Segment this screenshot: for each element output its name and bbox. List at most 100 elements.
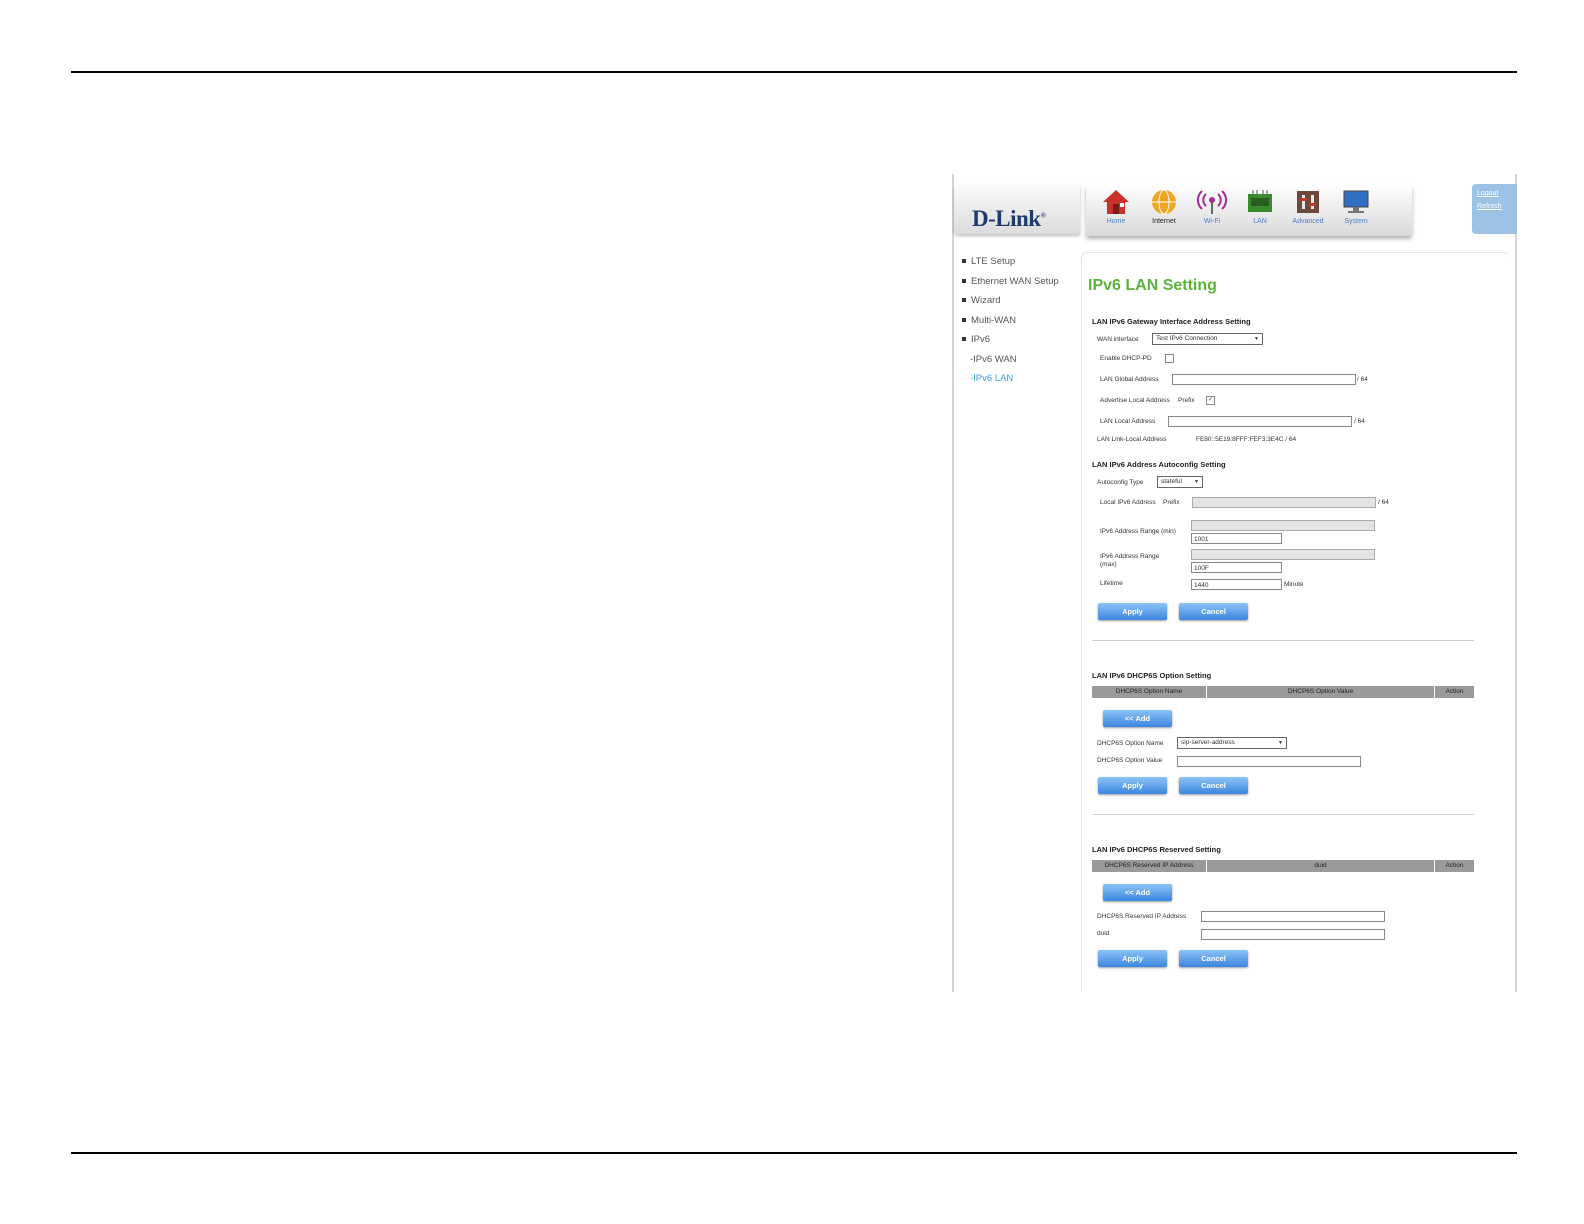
range-max-label-suffix: (max) [1100,561,1117,568]
bullet-icon [962,337,966,342]
range-max-label: IPv6 Address Range [1100,553,1160,560]
sidebar-item-multi-wan[interactable]: Multi-WAN [962,311,1082,331]
dhcp6s-option-table-header: DHCP6S Option Name DHCP6S Option Value A… [1092,686,1474,698]
range-min-prefix-input [1191,520,1375,531]
router-screenshot: D-Link® Home Internet Wi-Fi LAN Advanced… [952,174,1517,992]
top-rule [71,71,1517,73]
range-min-label: IPv6 Address Range (min) [1100,528,1176,535]
option-value-label: DHCP6S Option Value [1097,757,1163,764]
cancel-button[interactable]: Cancel [1179,603,1248,620]
local-ipv6-address-label: Local IPv6 Address [1100,499,1156,506]
section-divider [1092,814,1474,815]
wan-interface-label: WAN interface [1097,336,1139,343]
duid-label: duid [1097,930,1110,937]
bullet-icon [962,298,966,303]
apply-button[interactable]: Apply [1098,950,1167,967]
bullet-icon [962,259,966,264]
wifi-icon [1197,190,1227,214]
bottom-rule [71,1152,1517,1154]
lan-global-address-input[interactable] [1172,374,1356,385]
column-header-option-value: DHCP6S Option Value [1207,686,1435,698]
autoconfig-prefix-length: / 64 [1378,499,1389,506]
local-prefix-length: / 64 [1354,418,1365,425]
advertise-local-address-label: Advertise Local Address [1100,397,1170,404]
wan-interface-select[interactable]: Test IPv6 Connection ▼ [1152,333,1263,345]
sidebar-item-ethernet-wan[interactable]: Ethernet WAN Setup [962,272,1082,292]
local-ipv6-prefix-label: Prefix [1163,499,1180,506]
main-content: IPv6 LAN Setting LAN IPv6 Gateway Interf… [1081,252,1510,992]
column-header-action: Action [1445,862,1464,869]
column-header-option-name: DHCP6S Option Name [1092,686,1207,698]
monitor-icon [1343,190,1369,213]
add-reserved-button[interactable]: << Add [1103,884,1172,901]
duid-input[interactable] [1201,929,1385,940]
refresh-link[interactable]: Refresh [1472,203,1517,210]
lan-local-address-label: LAN Local Address [1100,418,1156,425]
nav-advanced[interactable]: Advanced [1286,188,1330,236]
lan-link-local-label: LAN Link-Local Address [1097,436,1167,443]
nav-wifi[interactable]: Wi-Fi [1190,188,1234,236]
chevron-down-icon: ▼ [1194,479,1199,485]
screenshot-right-border [1515,174,1517,992]
top-nav: Home Internet Wi-Fi LAN Advanced System [1086,184,1412,236]
nav-system[interactable]: System [1334,188,1378,236]
section-divider [1092,640,1474,641]
autoconfig-type-label: Autoconfig Type [1097,479,1144,486]
enable-dhcp-pd-checkbox[interactable] [1165,354,1174,363]
dhcp6s-reserved-section-title: LAN IPv6 DHCP6S Reserved Setting [1092,845,1221,854]
advertise-prefix-checkbox[interactable]: ✓ [1206,396,1215,405]
enable-dhcp-pd-label: Enable DHCP-PD [1100,355,1152,362]
nav-internet[interactable]: Internet [1142,188,1186,236]
lifetime-unit: Minute [1284,581,1304,588]
bullet-icon [962,278,966,283]
chevron-down-icon: ▼ [1278,740,1283,746]
sidebar-item-wizard[interactable]: Wizard [962,291,1082,311]
page-title: IPv6 LAN Setting [1088,277,1217,294]
column-header-action: Action [1445,688,1464,695]
screenshot-left-border [952,174,954,992]
lifetime-label: Lifetime [1100,580,1123,587]
sidebar-item-ipv6-wan[interactable]: -IPv6 WAN [962,350,1082,370]
logo-panel: D-Link® [954,184,1080,234]
advertise-prefix-label: Prefix [1178,397,1195,404]
reserved-ip-input[interactable] [1201,911,1385,922]
home-icon [1103,190,1129,214]
nav-lan[interactable]: LAN [1238,188,1282,236]
globe-icon [1152,189,1176,215]
sidebar-item-lte-setup[interactable]: LTE Setup [962,252,1082,272]
option-name-select[interactable]: sip-server-address ▼ [1177,737,1287,749]
logout-link[interactable]: Logout [1472,190,1517,197]
apply-button[interactable]: Apply [1098,777,1167,794]
advanced-icon [1297,191,1319,213]
bullet-icon [962,317,966,322]
sidebar: LTE Setup Ethernet WAN Setup Wizard Mult… [962,252,1082,389]
range-max-input[interactable]: 100F [1191,562,1282,573]
global-prefix-length: / 64 [1357,376,1368,383]
gateway-section-title: LAN IPv6 Gateway Interface Address Setti… [1092,317,1251,326]
apply-button[interactable]: Apply [1098,603,1167,620]
session-panel: Logout Refresh [1472,184,1517,234]
autoconfig-section-title: LAN IPv6 Address Autoconfig Setting [1092,460,1226,469]
option-name-label: DHCP6S Option Name [1097,740,1164,747]
local-ipv6-prefix-input[interactable] [1192,497,1376,508]
column-header-reserved-ip: DHCP6S Reserved IP Address [1092,860,1207,872]
range-max-prefix-input [1191,549,1375,560]
lan-icon [1248,190,1272,212]
reserved-ip-label: DHCP6S Reserved IP Address [1097,913,1187,920]
lan-link-local-value: FE80::5E19:8FFF:FEF3:3E4C / 64 [1196,436,1297,443]
lan-local-address-input[interactable] [1168,416,1352,427]
autoconfig-type-select[interactable]: stateful ▼ [1157,476,1203,488]
column-header-duid: duid [1207,860,1435,872]
sidebar-item-ipv6[interactable]: IPv6 [962,330,1082,350]
lan-global-address-label: LAN Global Address [1100,376,1159,383]
cancel-button[interactable]: Cancel [1179,950,1248,967]
dhcp6s-option-section-title: LAN IPv6 DHCP6S Option Setting [1092,671,1212,680]
nav-home[interactable]: Home [1094,188,1138,236]
option-value-input[interactable] [1177,756,1361,767]
cancel-button[interactable]: Cancel [1179,777,1248,794]
sidebar-item-ipv6-lan[interactable]: -IPv6 LAN [962,369,1082,389]
add-option-button[interactable]: << Add [1103,710,1172,727]
dlink-logo: D-Link® [972,206,1046,231]
lifetime-input[interactable]: 1440 [1191,579,1282,590]
range-min-input[interactable]: 1001 [1191,533,1282,544]
